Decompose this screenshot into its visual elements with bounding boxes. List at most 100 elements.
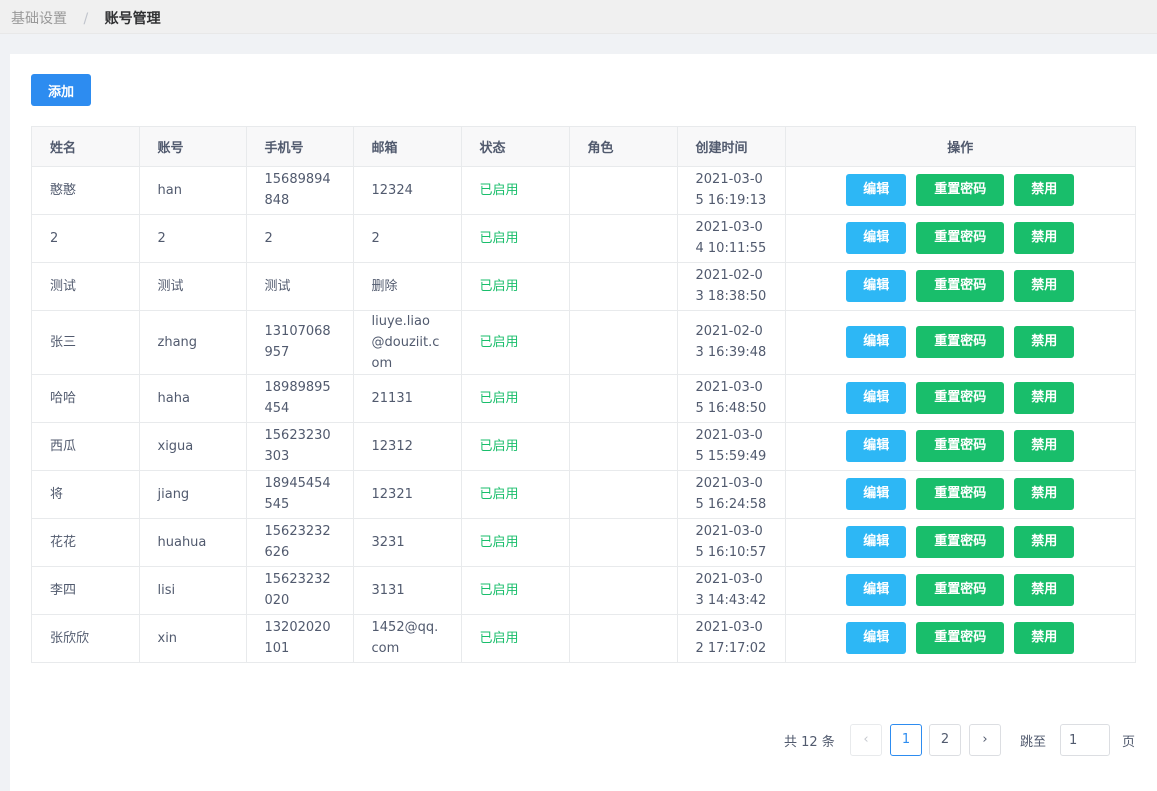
cell-account: han (139, 166, 247, 215)
edit-button[interactable]: 编辑 (846, 222, 907, 254)
cell-role (569, 374, 678, 423)
page-2-button[interactable]: 2 (929, 724, 961, 756)
cell-created: 2021-03-03 14:43:42 (677, 566, 786, 615)
cell-account: lisi (139, 566, 247, 615)
edit-button[interactable]: 编辑 (846, 526, 907, 558)
cell-status: 已启用 (461, 166, 570, 215)
cell-account: xin (139, 614, 247, 662)
disable-button[interactable]: 禁用 (1014, 382, 1075, 414)
content-card: 添加 姓名 账号 手机号 邮箱 状态 角色 创建时间 操作 憨憨 han 15689… (10, 54, 1157, 791)
column-header-email: 邮箱 (353, 127, 462, 167)
cell-name: 李四 (32, 566, 140, 615)
disable-button[interactable]: 禁用 (1014, 526, 1075, 558)
cell-phone: 15689894848 (246, 166, 354, 215)
cell-actions: 编辑 重置密码 禁用 (785, 310, 1135, 375)
reset-password-button[interactable]: 重置密码 (916, 478, 1005, 510)
cell-actions: 编辑 重置密码 禁用 (785, 214, 1135, 263)
column-header-phone: 手机号 (246, 127, 354, 167)
cell-account: 2 (139, 214, 247, 263)
top-bar: 基础设置 / 账号管理 (0, 0, 1157, 34)
reset-password-button[interactable]: 重置密码 (916, 430, 1005, 462)
edit-button[interactable]: 编辑 (846, 622, 907, 655)
edit-button[interactable]: 编辑 (846, 270, 907, 302)
cell-created: 2021-03-05 16:10:57 (677, 518, 786, 567)
reset-password-button[interactable]: 重置密码 (916, 270, 1005, 302)
table-row: 张三 zhang 13107068957 liuye.liao@douziit.com… (32, 310, 1135, 375)
add-button[interactable]: 添加 (31, 74, 91, 106)
cell-status: 已启用 (461, 566, 570, 615)
cell-email: 删除 (353, 262, 462, 311)
disable-button[interactable]: 禁用 (1014, 222, 1075, 254)
cell-email: 2 (353, 214, 462, 263)
next-page-button[interactable]: › (969, 724, 1001, 756)
reset-password-button[interactable]: 重置密码 (916, 326, 1005, 358)
cell-role (569, 166, 678, 215)
disable-button[interactable]: 禁用 (1014, 174, 1075, 206)
cell-role (569, 310, 678, 375)
cell-email: 12312 (353, 422, 462, 471)
cell-account: jiang (139, 470, 247, 519)
disable-button[interactable]: 禁用 (1014, 270, 1075, 302)
cell-account: haha (139, 374, 247, 423)
disable-button[interactable]: 禁用 (1014, 622, 1075, 655)
cell-created: 2021-02-03 18:38:50 (677, 262, 786, 311)
cell-email: 3231 (353, 518, 462, 567)
disable-button[interactable]: 禁用 (1014, 326, 1075, 358)
prev-page-button[interactable]: ‹ (850, 724, 882, 756)
cell-created: 2021-03-05 16:48:50 (677, 374, 786, 423)
cell-email: 3131 (353, 566, 462, 615)
reset-password-button[interactable]: 重置密码 (916, 382, 1005, 414)
table-row: 李四 lisi 15623232020 3131 已启用 2021-03-03 14:43… (32, 566, 1135, 615)
edit-button[interactable]: 编辑 (846, 382, 907, 414)
reset-password-button[interactable]: 重置密码 (916, 222, 1005, 254)
edit-button[interactable]: 编辑 (846, 174, 907, 206)
cell-email: 1452@qq.com (353, 614, 462, 662)
cell-name: 花花 (32, 518, 140, 567)
cell-phone: 15623232020 (246, 566, 354, 615)
cell-phone: 测试 (246, 262, 354, 311)
cell-account: xigua (139, 422, 247, 471)
edit-button[interactable]: 编辑 (846, 478, 907, 510)
cell-actions: 编辑 重置密码 禁用 (785, 374, 1135, 423)
disable-button[interactable]: 禁用 (1014, 478, 1075, 510)
cell-status: 已启用 (461, 470, 570, 519)
edit-button[interactable]: 编辑 (846, 326, 907, 358)
breadcrumb-separator: / (83, 11, 89, 27)
reset-password-button[interactable]: 重置密码 (916, 574, 1005, 606)
cell-name: 将 (32, 470, 140, 519)
table-row: 哈哈 haha 18989895454 21131 已启用 2021-03-05 16:4… (32, 374, 1135, 423)
page-1-button[interactable]: 1 (890, 724, 922, 756)
chevron-left-icon: ‹ (863, 732, 869, 747)
cell-phone: 15623230303 (246, 422, 354, 471)
table-row: 测试 测试 测试 删除 已启用 2021-02-03 18:38:50 编辑 重置密码 禁用 (32, 262, 1135, 311)
pagination: 共 12 条 ‹ 1 2 › 跳至 页 (10, 724, 1157, 756)
cell-phone: 18945454545 (246, 470, 354, 519)
cell-name: 哈哈 (32, 374, 140, 423)
edit-button[interactable]: 编辑 (846, 430, 907, 462)
table-row: 西瓜 xigua 15623230303 12312 已启用 2021-03-05 15:… (32, 422, 1135, 471)
column-header-role: 角色 (569, 127, 678, 167)
cell-name: 憨憨 (32, 166, 140, 215)
cell-name: 张欣欣 (32, 614, 140, 662)
cell-actions: 编辑 重置密码 禁用 (785, 262, 1135, 311)
disable-button[interactable]: 禁用 (1014, 430, 1075, 462)
cell-created: 2021-03-05 16:19:13 (677, 166, 786, 215)
edit-button[interactable]: 编辑 (846, 574, 907, 606)
disable-button[interactable]: 禁用 (1014, 574, 1075, 606)
cell-name: 张三 (32, 310, 140, 375)
reset-password-button[interactable]: 重置密码 (916, 174, 1005, 206)
reset-password-button[interactable]: 重置密码 (916, 526, 1005, 558)
cell-phone: 18989895454 (246, 374, 354, 423)
cell-phone: 13202020101 (246, 614, 354, 662)
cell-created: 2021-03-05 15:59:49 (677, 422, 786, 471)
table-body: 憨憨 han 15689894848 12324 已启用 2021-03-05 16:19… (32, 166, 1135, 662)
cell-actions: 编辑 重置密码 禁用 (785, 614, 1135, 662)
table-header-row: 姓名 账号 手机号 邮箱 状态 角色 创建时间 操作 (32, 127, 1135, 167)
jump-page-input[interactable] (1060, 724, 1110, 756)
column-header-actions: 操作 (785, 127, 1135, 167)
reset-password-button[interactable]: 重置密码 (916, 622, 1005, 655)
account-table: 姓名 账号 手机号 邮箱 状态 角色 创建时间 操作 憨憨 han 15689894… (31, 126, 1136, 663)
column-header-name: 姓名 (32, 127, 140, 167)
cell-phone: 13107068957 (246, 310, 354, 375)
breadcrumb-item-basic-settings[interactable]: 基础设置 (11, 11, 67, 27)
